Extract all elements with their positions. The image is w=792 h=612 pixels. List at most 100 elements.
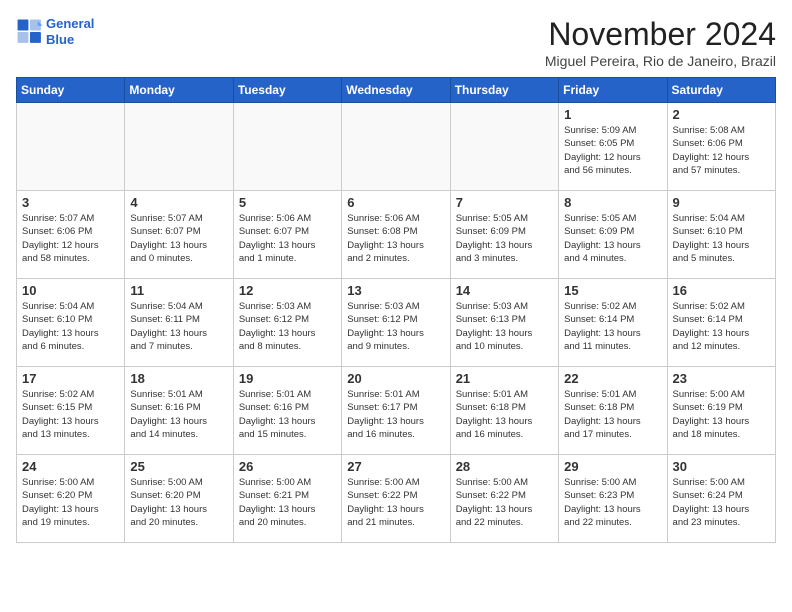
day-info: Sunrise: 5:04 AM Sunset: 6:11 PM Dayligh… [130,300,227,353]
day-number: 27 [347,459,444,474]
day-info: Sunrise: 5:00 AM Sunset: 6:22 PM Dayligh… [456,476,553,529]
day-info: Sunrise: 5:00 AM Sunset: 6:24 PM Dayligh… [673,476,770,529]
day-number: 19 [239,371,336,386]
logo: General Blue [16,16,94,47]
column-header-sunday: Sunday [17,78,125,103]
day-info: Sunrise: 5:00 AM Sunset: 6:20 PM Dayligh… [22,476,119,529]
day-number: 16 [673,283,770,298]
day-info: Sunrise: 5:09 AM Sunset: 6:05 PM Dayligh… [564,124,661,177]
day-info: Sunrise: 5:04 AM Sunset: 6:10 PM Dayligh… [22,300,119,353]
day-number: 22 [564,371,661,386]
calendar-cell: 15Sunrise: 5:02 AM Sunset: 6:14 PM Dayli… [559,279,667,367]
month-title: November 2024 [545,16,776,53]
calendar-cell: 12Sunrise: 5:03 AM Sunset: 6:12 PM Dayli… [233,279,341,367]
calendar-cell: 3 Sunrise: 5:07 AM Sunset: 6:06 PM Daylig… [17,191,125,279]
calendar-cell: 1Sunrise: 5:09 AM Sunset: 6:05 PM Daylig… [559,103,667,191]
calendar-cell: 23 Sunrise: 5:00 AM Sunset: 6:19 PM Dayli… [667,367,775,455]
day-info: Sunrise: 5:03 AM Sunset: 6:13 PM Dayligh… [456,300,553,353]
calendar-header-row: SundayMondayTuesdayWednesdayThursdayFrid… [17,78,776,103]
calendar-cell: 25 Sunrise: 5:00 AM Sunset: 6:20 PM Dayli… [125,455,233,543]
day-number: 3 [22,195,119,210]
calendar-cell: 19 Sunrise: 5:01 AM Sunset: 6:16 PM Dayli… [233,367,341,455]
day-number: 30 [673,459,770,474]
day-info: Sunrise: 5:00 AM Sunset: 6:22 PM Dayligh… [347,476,444,529]
calendar-cell: 24 Sunrise: 5:00 AM Sunset: 6:20 PM Dayli… [17,455,125,543]
calendar-week-5: 24 Sunrise: 5:00 AM Sunset: 6:20 PM Dayli… [17,455,776,543]
calendar-cell [342,103,450,191]
calendar-cell: 18Sunrise: 5:01 AM Sunset: 6:16 PM Dayli… [125,367,233,455]
day-info: Sunrise: 5:01 AM Sunset: 6:16 PM Dayligh… [239,388,336,441]
day-info: Sunrise: 5:06 AM Sunset: 6:07 PM Dayligh… [239,212,336,265]
calendar-body: 1Sunrise: 5:09 AM Sunset: 6:05 PM Daylig… [17,103,776,543]
calendar-cell: 22Sunrise: 5:01 AM Sunset: 6:18 PM Dayli… [559,367,667,455]
calendar-cell: 16 Sunrise: 5:02 AM Sunset: 6:14 PM Dayli… [667,279,775,367]
day-info: Sunrise: 5:01 AM Sunset: 6:18 PM Dayligh… [456,388,553,441]
column-header-saturday: Saturday [667,78,775,103]
calendar-cell: 28 Sunrise: 5:00 AM Sunset: 6:22 PM Dayli… [450,455,558,543]
day-info: Sunrise: 5:06 AM Sunset: 6:08 PM Dayligh… [347,212,444,265]
calendar-cell: 10 Sunrise: 5:04 AM Sunset: 6:10 PM Dayli… [17,279,125,367]
day-info: Sunrise: 5:02 AM Sunset: 6:14 PM Dayligh… [673,300,770,353]
day-number: 23 [673,371,770,386]
day-info: Sunrise: 5:07 AM Sunset: 6:06 PM Dayligh… [22,212,119,265]
day-info: Sunrise: 5:00 AM Sunset: 6:21 PM Dayligh… [239,476,336,529]
day-number: 26 [239,459,336,474]
column-header-tuesday: Tuesday [233,78,341,103]
column-header-wednesday: Wednesday [342,78,450,103]
calendar-cell: 14Sunrise: 5:03 AM Sunset: 6:13 PM Dayli… [450,279,558,367]
calendar-cell: 11 Sunrise: 5:04 AM Sunset: 6:11 PM Dayli… [125,279,233,367]
day-number: 12 [239,283,336,298]
day-number: 8 [564,195,661,210]
column-header-monday: Monday [125,78,233,103]
day-number: 18 [130,371,227,386]
calendar-cell [233,103,341,191]
day-info: Sunrise: 5:02 AM Sunset: 6:15 PM Dayligh… [22,388,119,441]
calendar-cell: 13Sunrise: 5:03 AM Sunset: 6:12 PM Dayli… [342,279,450,367]
day-info: Sunrise: 5:00 AM Sunset: 6:19 PM Dayligh… [673,388,770,441]
day-number: 9 [673,195,770,210]
calendar-cell: 30 Sunrise: 5:00 AM Sunset: 6:24 PM Dayli… [667,455,775,543]
calendar-cell: 21 Sunrise: 5:01 AM Sunset: 6:18 PM Dayli… [450,367,558,455]
day-number: 10 [22,283,119,298]
calendar-cell: 4Sunrise: 5:07 AM Sunset: 6:07 PM Daylig… [125,191,233,279]
day-number: 24 [22,459,119,474]
day-info: Sunrise: 5:05 AM Sunset: 6:09 PM Dayligh… [456,212,553,265]
day-number: 25 [130,459,227,474]
calendar-cell: 2 Sunrise: 5:08 AM Sunset: 6:06 PM Daylig… [667,103,775,191]
day-number: 21 [456,371,553,386]
calendar-cell: 7 Sunrise: 5:05 AM Sunset: 6:09 PM Daylig… [450,191,558,279]
calendar-week-3: 10 Sunrise: 5:04 AM Sunset: 6:10 PM Dayli… [17,279,776,367]
calendar-cell: 29 Sunrise: 5:00 AM Sunset: 6:23 PM Dayli… [559,455,667,543]
day-number: 2 [673,107,770,122]
day-info: Sunrise: 5:07 AM Sunset: 6:07 PM Dayligh… [130,212,227,265]
day-number: 15 [564,283,661,298]
calendar-cell: 5 Sunrise: 5:06 AM Sunset: 6:07 PM Daylig… [233,191,341,279]
calendar-table: SundayMondayTuesdayWednesdayThursdayFrid… [16,77,776,543]
day-info: Sunrise: 5:05 AM Sunset: 6:09 PM Dayligh… [564,212,661,265]
logo-line2: Blue [46,32,74,47]
column-header-friday: Friday [559,78,667,103]
day-number: 5 [239,195,336,210]
calendar-cell: 27 Sunrise: 5:00 AM Sunset: 6:22 PM Dayli… [342,455,450,543]
day-number: 6 [347,195,444,210]
calendar-cell: 8 Sunrise: 5:05 AM Sunset: 6:09 PM Daylig… [559,191,667,279]
day-info: Sunrise: 5:00 AM Sunset: 6:23 PM Dayligh… [564,476,661,529]
day-number: 29 [564,459,661,474]
calendar-cell [450,103,558,191]
calendar-cell: 6 Sunrise: 5:06 AM Sunset: 6:08 PM Daylig… [342,191,450,279]
title-block: November 2024 Miguel Pereira, Rio de Jan… [545,16,776,69]
calendar-week-2: 3 Sunrise: 5:07 AM Sunset: 6:06 PM Daylig… [17,191,776,279]
day-number: 13 [347,283,444,298]
day-info: Sunrise: 5:01 AM Sunset: 6:17 PM Dayligh… [347,388,444,441]
day-number: 7 [456,195,553,210]
calendar-cell: 9Sunrise: 5:04 AM Sunset: 6:10 PM Daylig… [667,191,775,279]
calendar-cell: 20Sunrise: 5:01 AM Sunset: 6:17 PM Dayli… [342,367,450,455]
column-header-thursday: Thursday [450,78,558,103]
day-info: Sunrise: 5:00 AM Sunset: 6:20 PM Dayligh… [130,476,227,529]
day-info: Sunrise: 5:08 AM Sunset: 6:06 PM Dayligh… [673,124,770,177]
day-number: 11 [130,283,227,298]
logo-line1: General [46,16,94,31]
day-number: 28 [456,459,553,474]
calendar-week-1: 1Sunrise: 5:09 AM Sunset: 6:05 PM Daylig… [17,103,776,191]
day-number: 17 [22,371,119,386]
